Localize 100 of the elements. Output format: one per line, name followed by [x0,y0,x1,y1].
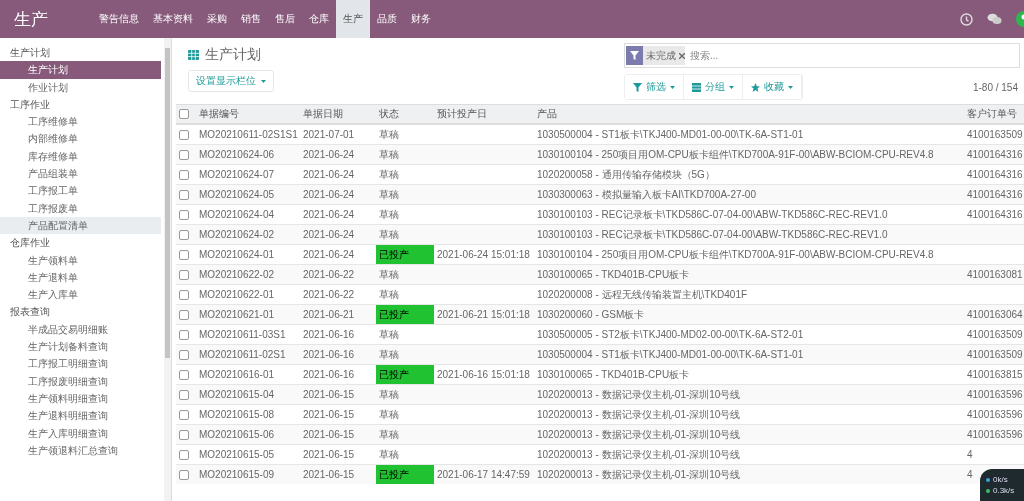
table-cell: 草稿 [379,189,399,200]
table-cell: 2021-06-21 15:01:18 [437,309,530,320]
table-cell: 1030500004 - ST1板卡\TKJ400-MD01-00-00\TK-6A-ST1-01 [537,129,804,140]
checkbox[interactable] [179,249,189,260]
table-cell: 2021-06-15 [303,409,355,420]
table-cell: 2021-06-16 [303,369,355,380]
grid-icon [188,50,199,60]
checkbox[interactable] [179,389,189,400]
sidebar-item[interactable]: 工序报废单 [0,199,161,217]
sidebar-item[interactable]: 内部维修单 [0,130,161,148]
table-cell: 4100163596 [967,409,1023,420]
sidebar-item[interactable]: 生产领料明细查询 [0,389,161,408]
sidebar-item[interactable]: 工序报工明细查询 [0,355,161,373]
checkbox[interactable] [179,129,189,140]
sidebar-item[interactable]: 生产入库单 [0,286,161,304]
checkbox[interactable] [179,109,189,119]
menu-item[interactable]: 仓库 [302,0,336,38]
table-cell: MO20210624-05 [199,189,275,200]
checkbox[interactable] [179,409,189,420]
menu-item[interactable]: 警告信息 [92,0,146,38]
sidebar-item[interactable]: 生产入库明细查询 [0,424,161,442]
sidebar-item[interactable]: 工序报工单 [0,182,161,200]
table-cell: 4 [967,469,973,480]
table-cell: 草稿 [379,169,399,180]
column-header[interactable]: 状态 [379,108,399,119]
table-cell: 1030100103 - REC记录板卡\TKD586C-07-04-00\ABW-TKD586C-REC-REV1.0 [537,229,888,240]
menu-item[interactable]: 生产 [336,0,370,38]
table-cell: 1020200008 - 远程无线传输装置主机\TKD401F [537,289,748,300]
table-cell: 草稿 [379,269,399,280]
checkbox[interactable] [179,349,189,360]
menu-item[interactable]: 基本资料 [146,0,200,38]
table-cell: 2021-06-24 [303,229,355,240]
column-header[interactable]: 产品 [537,108,557,119]
checkbox[interactable] [179,329,189,340]
table-cell: MO20210615-05 [199,449,275,460]
sidebar-item[interactable]: 工序维修单 [0,113,161,131]
checkbox[interactable] [179,169,189,180]
sidebar-item[interactable]: 生产退料明细查询 [0,407,161,425]
sidebar-item[interactable]: 生产计划 [0,61,161,79]
filter-facet[interactable]: 未完成 [626,46,685,65]
table-cell: 1030500004 - ST1板卡\TKJ400-MD01-00-00\TK-6A-ST1-01 [537,349,804,360]
table-cell: 草稿 [379,209,399,220]
table-cell: 2021-06-22 [303,269,355,280]
menu-item[interactable]: 销售 [234,0,268,38]
table-cell: 2021-06-24 [303,189,355,200]
sidebar-item[interactable]: 生产领料单 [0,251,161,269]
sidebar-item[interactable]: 半成品交易明细账 [0,320,161,339]
search-field[interactable]: 未完成 搜索... [624,43,1020,68]
sidebar-item[interactable]: 工序报废明细查询 [0,372,161,390]
sidebar-item[interactable]: 产品配置清单 [0,216,161,235]
filter-dropdown-button[interactable]: 筛选 [625,75,684,99]
table-cell: MO20210624-04 [199,209,275,220]
table-cell: 2021-06-24 [303,249,355,260]
table-cell: 草稿 [379,389,399,400]
chat-icon [987,13,1002,25]
caret-icon [729,85,734,89]
menu-item[interactable]: 采购 [200,0,234,38]
clock-icon [960,12,973,26]
menu-item[interactable]: 财务 [404,0,438,38]
table-cell: 2021-06-24 [303,169,355,180]
checkbox[interactable] [179,229,189,240]
checkbox[interactable] [179,309,189,320]
checkbox[interactable] [179,209,189,220]
table-cell: 草稿 [379,289,399,300]
sidebar-item[interactable]: 生产计划备料查询 [0,338,161,356]
table-cell: 草稿 [379,329,399,340]
speed-value: 0.3k/s [993,486,1015,495]
table-cell: 4100163509 [967,129,1023,140]
sidebar-item[interactable]: 产品组装单 [0,165,161,183]
table-cell: 4 [967,449,973,460]
sidebar-item[interactable]: 作业计划 [0,78,161,96]
menu-item[interactable]: 售后 [268,0,302,38]
checkbox[interactable] [179,449,189,460]
sidebar-group-label: 工序作业 [9,97,51,112]
status-badge: 已投产 [376,365,434,384]
menu-item[interactable]: 品质 [370,0,404,38]
caret-icon [788,85,793,89]
table-cell: 4100163815 [967,369,1023,380]
checkbox[interactable] [179,189,189,200]
sidebar-group-label: 报表查询 [9,305,51,320]
sidebar-item[interactable]: 生产退料单 [0,268,161,287]
checkbox[interactable] [179,289,189,300]
table-cell: 4100163509 [967,349,1023,360]
table-cell: 1020200013 - 数据记录仪主机-01-深圳10号线 [537,389,741,400]
checkbox[interactable] [179,469,189,480]
checkbox[interactable] [179,149,189,160]
checkbox[interactable] [179,369,189,380]
scrollbar[interactable] [164,38,171,501]
sidebar-item[interactable]: 生产领退料汇总查询 [0,441,161,460]
table-cell: 1030100104 - 250项目用OM-CPU板卡组件\TKD700A-91F-00\ABW-BCIOM-CPU-REV4.8 [537,249,934,260]
sidebar-item[interactable]: 库存维修单 [0,147,161,166]
sidebar-group-label: 生产计划 [9,46,51,60]
table-cell: MO20210615-09 [199,469,275,480]
table-cell: MO20210624-06 [199,149,275,160]
checkbox[interactable] [179,269,189,280]
columns-dropdown-button[interactable]: 设置显示栏位 [188,70,274,92]
checkbox[interactable] [179,429,189,440]
table-cell: 1030200060 - GSM板卡 [537,309,645,320]
table-cell: 2021-06-16 [303,329,355,340]
avatar-icon [1016,11,1024,27]
